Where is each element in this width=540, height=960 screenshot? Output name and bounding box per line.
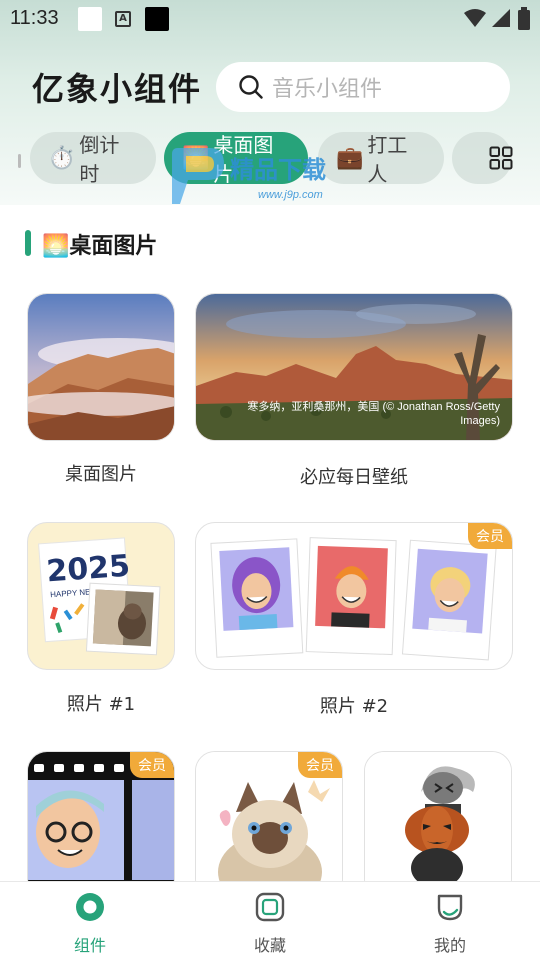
pumpkin-ghost-illustration <box>365 752 511 898</box>
widget-card-desktop-picture[interactable] <box>27 293 175 441</box>
sunrise-icon: 🌅 <box>42 234 70 259</box>
vip-badge: 会员 <box>298 752 342 778</box>
notification-icon <box>78 7 102 31</box>
widget-card-photo-1[interactable]: 2025 HAPPY NEW Y <box>27 522 175 670</box>
card-label: 必应每日壁纸 <box>300 467 408 488</box>
card-label: 照片 #1 <box>66 694 136 715</box>
tab-label: 打工人 <box>367 133 408 186</box>
vip-badge: 会员 <box>468 523 512 549</box>
profile-icon <box>437 894 463 921</box>
nav-widgets[interactable]: 组件 <box>0 882 180 960</box>
nav-label: 我的 <box>433 936 466 955</box>
signal-icon <box>492 9 510 27</box>
nav-profile[interactable]: 我的 <box>360 882 540 960</box>
section-title-text: 桌面图片 <box>69 234 158 259</box>
collect-icon <box>255 892 285 922</box>
tab-fragment <box>18 154 21 168</box>
tab-label: 桌面图片 <box>213 133 274 186</box>
widget-card-film[interactable]: 会员 <box>27 751 175 899</box>
widget-card-bing-wallpaper[interactable]: 寒多纳，亚利桑那州，美国 (© Jonathan Ross/Getty Imag… <box>195 293 513 441</box>
status-time: 11:33 <box>10 7 59 29</box>
app-title: 亿象小组件 <box>32 70 203 108</box>
notification-a-icon: A <box>115 11 131 27</box>
tab-worker[interactable]: 💼 打工人 <box>318 132 444 186</box>
nav-label: 收藏 <box>253 936 286 955</box>
search-placeholder: 音乐小组件 <box>272 77 383 102</box>
photo-collage: 2025 HAPPY NEW Y <box>38 537 161 656</box>
wifi-icon <box>464 9 486 27</box>
sunrise-icon: 🌅 <box>182 145 210 171</box>
tab-desktop-pictures[interactable]: 🌅 桌面图片 <box>164 132 308 186</box>
vip-badge: 会员 <box>130 752 174 778</box>
widget-icon <box>76 893 104 921</box>
notification-dark-icon <box>145 7 169 31</box>
category-tabs: ⏱️ 倒计时 🌅 桌面图片 💼 打工人 <box>0 132 540 186</box>
wallpaper-caption: 寒多纳，亚利桑那州，美国 (© Jonathan Ross/Getty Imag… <box>247 401 500 427</box>
widget-card-cat[interactable]: 会员 <box>195 751 343 899</box>
briefcase-icon: 💼 <box>336 145 364 171</box>
canyon-photo <box>28 294 174 440</box>
grid-view-icon[interactable] <box>489 146 513 170</box>
stopwatch-icon: ⏱️ <box>48 145 76 171</box>
card-label: 桌面图片 <box>65 464 137 485</box>
avatar-polaroids <box>210 537 497 661</box>
battery-icon <box>518 7 530 30</box>
nav-label: 组件 <box>73 936 106 955</box>
status-bar: 11:33 A <box>0 0 540 38</box>
widget-card-pumpkin[interactable] <box>364 751 512 899</box>
section-accent-bar <box>25 230 31 256</box>
section-title: 🌅桌面图片 <box>42 228 157 260</box>
card-label: 照片 #2 <box>319 696 389 717</box>
tab-label: 倒计时 <box>79 133 120 186</box>
search-input[interactable]: 音乐小组件 <box>216 62 510 112</box>
widget-card-photo-2[interactable]: 会员 <box>195 522 513 670</box>
bottom-navigation: 组件 收藏 我的 <box>0 881 540 960</box>
search-icon <box>239 75 263 99</box>
tab-countdown[interactable]: ⏱️ 倒计时 <box>30 132 156 186</box>
nav-collect[interactable]: 收藏 <box>180 882 360 960</box>
year-text: 2025 <box>45 549 131 590</box>
